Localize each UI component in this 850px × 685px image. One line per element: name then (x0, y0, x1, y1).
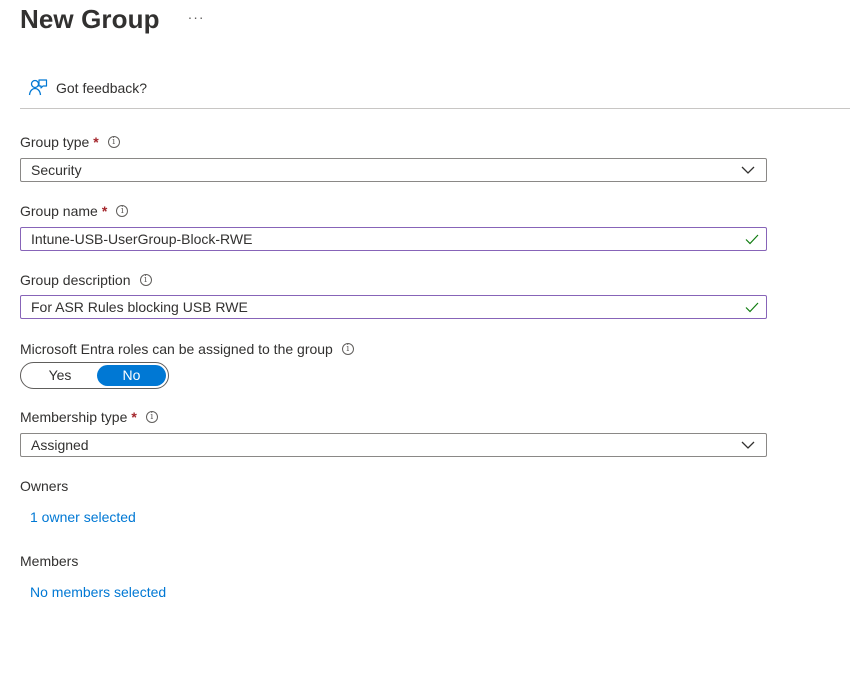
membership-type-value: Assigned (31, 437, 89, 453)
group-name-label: Group name * i (20, 203, 129, 219)
feedback-label: Got feedback? (56, 80, 148, 96)
group-description-label: Group description i (20, 272, 152, 288)
required-marker: * (131, 409, 137, 425)
membership-type-label-text: Membership type (20, 409, 128, 425)
info-icon[interactable]: i (116, 205, 129, 217)
group-type-label: Group type * i (20, 134, 120, 150)
info-icon[interactable]: i (139, 274, 152, 286)
command-bar: Got feedback? (20, 76, 850, 109)
toggle-no-option[interactable]: No (97, 365, 166, 386)
group-name-label-text: Group name (20, 203, 98, 219)
group-description-input[interactable]: For ASR Rules blocking USB RWE (20, 295, 767, 319)
group-type-value: Security (31, 162, 82, 178)
title-row: New Group ··· (20, 4, 205, 35)
owners-link[interactable]: 1 owner selected (30, 509, 136, 525)
chevron-down-icon (741, 441, 755, 449)
feedback-person-icon (28, 78, 48, 98)
required-marker: * (101, 203, 108, 219)
checkmark-icon (745, 234, 759, 245)
info-icon[interactable]: i (145, 411, 158, 423)
membership-type-label: Membership type * i (20, 409, 158, 425)
group-type-dropdown[interactable]: Security (20, 158, 767, 182)
entra-roles-label: Microsoft Entra roles can be assigned to… (20, 341, 354, 357)
group-name-value: Intune-USB-UserGroup-Block-RWE (31, 231, 253, 247)
owners-label: Owners (20, 478, 69, 494)
group-name-input[interactable]: Intune-USB-UserGroup-Block-RWE (20, 227, 767, 251)
checkmark-icon (745, 302, 759, 313)
group-type-label-text: Group type (20, 134, 90, 150)
info-icon[interactable]: i (341, 343, 354, 355)
entra-roles-toggle[interactable]: Yes No (20, 362, 169, 389)
membership-type-dropdown[interactable]: Assigned (20, 433, 767, 457)
members-label: Members (20, 553, 79, 569)
entra-roles-label-text: Microsoft Entra roles can be assigned to… (20, 341, 333, 357)
chevron-down-icon (741, 166, 755, 174)
info-icon[interactable]: i (107, 136, 120, 148)
page-title: New Group (20, 4, 160, 34)
required-marker: * (93, 134, 99, 150)
more-options-button[interactable]: ··· (188, 9, 205, 31)
members-link[interactable]: No members selected (30, 584, 166, 600)
group-description-value: For ASR Rules blocking USB RWE (31, 299, 248, 315)
toggle-yes-option[interactable]: Yes (23, 365, 97, 386)
feedback-button[interactable]: Got feedback? (28, 78, 147, 98)
new-group-page: New Group ··· Got feedback? Group type *… (0, 0, 850, 685)
group-description-label-text: Group description (20, 272, 131, 288)
